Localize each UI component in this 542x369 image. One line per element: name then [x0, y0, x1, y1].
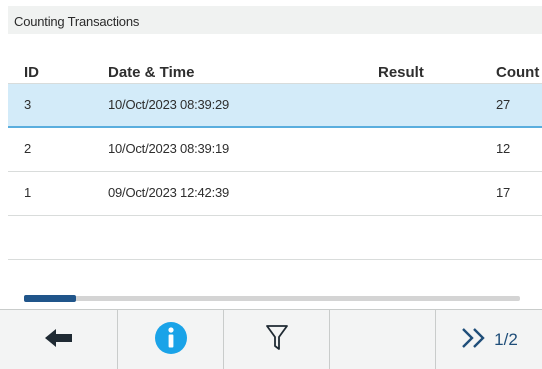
title-bar: Counting Transactions — [0, 0, 542, 43]
header-clip: ID Date & Time Result Count — [8, 42, 542, 83]
table-row[interactable]: 3 10/Oct/2023 08:39:29 27 — [8, 84, 542, 128]
column-header-datetime[interactable]: Date & Time — [108, 64, 194, 81]
filter-button[interactable] — [224, 310, 330, 369]
table-row-empty — [8, 216, 542, 260]
column-header-id[interactable]: ID — [24, 64, 39, 81]
back-button[interactable] — [0, 310, 118, 369]
table-row[interactable]: 2 10/Oct/2023 08:39:19 12 — [8, 128, 542, 172]
info-button[interactable] — [118, 310, 224, 369]
page-title: Counting Transactions — [14, 14, 140, 29]
next-page-button[interactable]: 1/2 — [436, 310, 542, 369]
horizontal-scrollbar-thumb[interactable] — [24, 295, 76, 302]
table-row[interactable]: 1 09/Oct/2023 12:42:39 17 — [8, 172, 542, 216]
cell-count: 17 — [496, 185, 511, 200]
cell-datetime: 10/Oct/2023 08:39:29 — [108, 97, 230, 112]
page-indicator: 1/2 — [494, 330, 518, 349]
counting-transactions-screen: Counting Transactions ID Date & Time Res… — [0, 0, 542, 369]
cell-id: 3 — [24, 97, 32, 112]
filter-icon — [265, 324, 289, 357]
cell-id: 2 — [24, 141, 32, 156]
double-chevron-right-icon — [460, 327, 490, 354]
column-header-count[interactable]: Count — [496, 64, 539, 81]
arrow-left-icon — [44, 328, 73, 353]
cell-id: 1 — [24, 185, 32, 200]
table-header: ID Date & Time Result Count — [8, 42, 542, 84]
cell-datetime: 09/Oct/2023 12:42:39 — [108, 185, 230, 200]
info-icon — [154, 321, 188, 360]
bottom-toolbar: 1/2 — [0, 309, 542, 369]
cell-count: 12 — [496, 141, 511, 156]
transactions-table: ID Date & Time Result Count 3 10/Oct/202… — [8, 42, 542, 260]
cell-datetime: 10/Oct/2023 08:39:19 — [108, 141, 230, 156]
column-header-result[interactable]: Result — [378, 64, 424, 81]
empty-toolbar-slot — [330, 310, 436, 369]
cell-count: 27 — [496, 97, 511, 112]
horizontal-scrollbar-track[interactable] — [24, 296, 520, 301]
